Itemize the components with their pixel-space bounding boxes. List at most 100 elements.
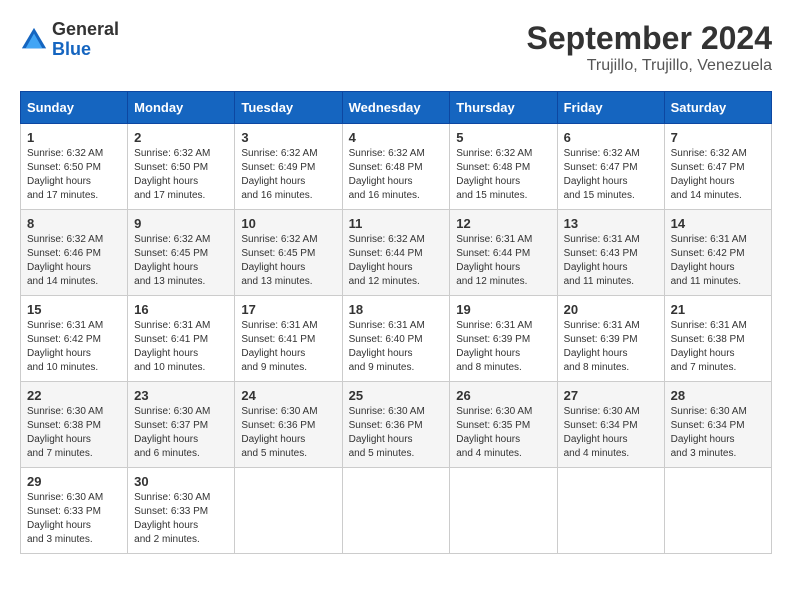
day-number: 18 [349,302,444,317]
calendar-cell: 10 Sunrise: 6:32 AM Sunset: 6:45 PM Dayl… [235,210,342,296]
calendar-cell: 15 Sunrise: 6:31 AM Sunset: 6:42 PM Dayl… [21,296,128,382]
title-block: September 2024 Trujillo, Trujillo, Venez… [527,20,772,75]
logo-text: General Blue [52,20,119,60]
day-number: 17 [241,302,335,317]
day-info: Sunrise: 6:32 AM Sunset: 6:47 PM Dayligh… [671,147,765,203]
calendar-cell: 9 Sunrise: 6:32 AM Sunset: 6:45 PM Dayli… [128,210,235,296]
calendar-header-row: SundayMondayTuesdayWednesdayThursdayFrid… [21,92,772,124]
calendar-cell: 8 Sunrise: 6:32 AM Sunset: 6:46 PM Dayli… [21,210,128,296]
day-number: 9 [134,216,228,231]
day-number: 23 [134,388,228,403]
day-info: Sunrise: 6:31 AM Sunset: 6:39 PM Dayligh… [564,319,658,375]
logo: General Blue [20,20,119,60]
day-info: Sunrise: 6:30 AM Sunset: 6:34 PM Dayligh… [671,405,765,461]
calendar-cell: 18 Sunrise: 6:31 AM Sunset: 6:40 PM Dayl… [342,296,450,382]
day-number: 15 [27,302,121,317]
calendar-week-4: 22 Sunrise: 6:30 AM Sunset: 6:38 PM Dayl… [21,382,772,468]
calendar-cell: 3 Sunrise: 6:32 AM Sunset: 6:49 PM Dayli… [235,124,342,210]
calendar-cell: 26 Sunrise: 6:30 AM Sunset: 6:35 PM Dayl… [450,382,557,468]
page-header: General Blue September 2024 Trujillo, Tr… [20,20,772,75]
calendar-cell: 16 Sunrise: 6:31 AM Sunset: 6:41 PM Dayl… [128,296,235,382]
day-number: 29 [27,474,121,489]
calendar-table: SundayMondayTuesdayWednesdayThursdayFrid… [20,91,772,554]
calendar-col-monday: Monday [128,92,235,124]
day-number: 25 [349,388,444,403]
day-number: 7 [671,130,765,145]
day-info: Sunrise: 6:30 AM Sunset: 6:33 PM Dayligh… [134,491,228,547]
logo-icon [20,26,48,54]
calendar-cell: 28 Sunrise: 6:30 AM Sunset: 6:34 PM Dayl… [664,382,771,468]
day-number: 28 [671,388,765,403]
day-number: 1 [27,130,121,145]
calendar-cell: 4 Sunrise: 6:32 AM Sunset: 6:48 PM Dayli… [342,124,450,210]
logo-general: General [52,19,119,39]
day-info: Sunrise: 6:32 AM Sunset: 6:45 PM Dayligh… [134,233,228,289]
calendar-cell [235,468,342,554]
day-number: 26 [456,388,550,403]
day-info: Sunrise: 6:30 AM Sunset: 6:36 PM Dayligh… [241,405,335,461]
day-number: 30 [134,474,228,489]
day-info: Sunrise: 6:31 AM Sunset: 6:40 PM Dayligh… [349,319,444,375]
day-number: 20 [564,302,658,317]
day-number: 27 [564,388,658,403]
logo-blue: Blue [52,39,91,59]
calendar-week-5: 29 Sunrise: 6:30 AM Sunset: 6:33 PM Dayl… [21,468,772,554]
day-number: 10 [241,216,335,231]
calendar-cell: 1 Sunrise: 6:32 AM Sunset: 6:50 PM Dayli… [21,124,128,210]
calendar-cell: 23 Sunrise: 6:30 AM Sunset: 6:37 PM Dayl… [128,382,235,468]
calendar-cell: 2 Sunrise: 6:32 AM Sunset: 6:50 PM Dayli… [128,124,235,210]
day-number: 14 [671,216,765,231]
day-info: Sunrise: 6:32 AM Sunset: 6:47 PM Dayligh… [564,147,658,203]
calendar-cell [342,468,450,554]
calendar-col-saturday: Saturday [664,92,771,124]
day-number: 12 [456,216,550,231]
calendar-week-2: 8 Sunrise: 6:32 AM Sunset: 6:46 PM Dayli… [21,210,772,296]
calendar-col-wednesday: Wednesday [342,92,450,124]
day-number: 3 [241,130,335,145]
calendar-cell [664,468,771,554]
day-info: Sunrise: 6:31 AM Sunset: 6:41 PM Dayligh… [134,319,228,375]
calendar-cell [450,468,557,554]
day-info: Sunrise: 6:30 AM Sunset: 6:33 PM Dayligh… [27,491,121,547]
day-info: Sunrise: 6:32 AM Sunset: 6:50 PM Dayligh… [134,147,228,203]
month-title: September 2024 [527,20,772,57]
calendar-cell: 17 Sunrise: 6:31 AM Sunset: 6:41 PM Dayl… [235,296,342,382]
day-info: Sunrise: 6:32 AM Sunset: 6:49 PM Dayligh… [241,147,335,203]
calendar-cell: 24 Sunrise: 6:30 AM Sunset: 6:36 PM Dayl… [235,382,342,468]
day-info: Sunrise: 6:32 AM Sunset: 6:48 PM Dayligh… [349,147,444,203]
day-info: Sunrise: 6:31 AM Sunset: 6:39 PM Dayligh… [456,319,550,375]
calendar-cell: 20 Sunrise: 6:31 AM Sunset: 6:39 PM Dayl… [557,296,664,382]
calendar-col-thursday: Thursday [450,92,557,124]
day-number: 8 [27,216,121,231]
day-info: Sunrise: 6:31 AM Sunset: 6:44 PM Dayligh… [456,233,550,289]
calendar-cell: 21 Sunrise: 6:31 AM Sunset: 6:38 PM Dayl… [664,296,771,382]
day-info: Sunrise: 6:31 AM Sunset: 6:38 PM Dayligh… [671,319,765,375]
calendar-cell: 12 Sunrise: 6:31 AM Sunset: 6:44 PM Dayl… [450,210,557,296]
calendar-col-friday: Friday [557,92,664,124]
calendar-cell: 6 Sunrise: 6:32 AM Sunset: 6:47 PM Dayli… [557,124,664,210]
day-info: Sunrise: 6:31 AM Sunset: 6:43 PM Dayligh… [564,233,658,289]
calendar-cell: 29 Sunrise: 6:30 AM Sunset: 6:33 PM Dayl… [21,468,128,554]
day-number: 16 [134,302,228,317]
day-number: 2 [134,130,228,145]
calendar-cell: 7 Sunrise: 6:32 AM Sunset: 6:47 PM Dayli… [664,124,771,210]
calendar-cell [557,468,664,554]
calendar-col-sunday: Sunday [21,92,128,124]
day-number: 6 [564,130,658,145]
day-number: 24 [241,388,335,403]
calendar-cell: 19 Sunrise: 6:31 AM Sunset: 6:39 PM Dayl… [450,296,557,382]
day-info: Sunrise: 6:30 AM Sunset: 6:38 PM Dayligh… [27,405,121,461]
day-info: Sunrise: 6:32 AM Sunset: 6:44 PM Dayligh… [349,233,444,289]
calendar-cell: 25 Sunrise: 6:30 AM Sunset: 6:36 PM Dayl… [342,382,450,468]
day-info: Sunrise: 6:31 AM Sunset: 6:42 PM Dayligh… [671,233,765,289]
day-number: 11 [349,216,444,231]
day-number: 19 [456,302,550,317]
calendar-col-tuesday: Tuesday [235,92,342,124]
day-info: Sunrise: 6:30 AM Sunset: 6:35 PM Dayligh… [456,405,550,461]
day-info: Sunrise: 6:30 AM Sunset: 6:36 PM Dayligh… [349,405,444,461]
calendar-cell: 30 Sunrise: 6:30 AM Sunset: 6:33 PM Dayl… [128,468,235,554]
day-number: 13 [564,216,658,231]
location: Trujillo, Trujillo, Venezuela [527,57,772,75]
day-info: Sunrise: 6:30 AM Sunset: 6:34 PM Dayligh… [564,405,658,461]
calendar-cell: 27 Sunrise: 6:30 AM Sunset: 6:34 PM Dayl… [557,382,664,468]
